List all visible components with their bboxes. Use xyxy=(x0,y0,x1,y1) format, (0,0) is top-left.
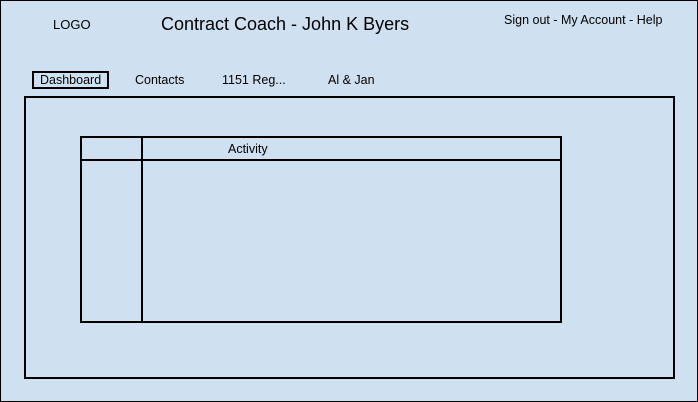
activity-list-body xyxy=(143,161,560,321)
tab-al-jan[interactable]: Al & Jan xyxy=(328,72,375,88)
sign-out-link[interactable]: Sign out xyxy=(504,13,550,27)
page-title: Contract Coach - John K Byers xyxy=(161,14,410,34)
table-header-first-column xyxy=(82,138,141,159)
table-header-activity: Activity xyxy=(228,142,268,156)
activity-table: Activity xyxy=(80,136,562,323)
tab-1151-reg[interactable]: 1151 Reg... xyxy=(222,72,286,88)
link-separator: - xyxy=(549,13,561,27)
tab-dashboard[interactable]: Dashboard xyxy=(32,71,110,89)
link-separator: - xyxy=(625,13,637,27)
tab-contacts[interactable]: Contacts xyxy=(135,72,184,88)
table-first-column-body xyxy=(82,161,141,321)
my-account-link[interactable]: My Account xyxy=(561,13,626,27)
help-link[interactable]: Help xyxy=(637,13,663,27)
logo: LOGO xyxy=(53,17,91,32)
account-links: Sign out - My Account - Help xyxy=(504,13,662,27)
